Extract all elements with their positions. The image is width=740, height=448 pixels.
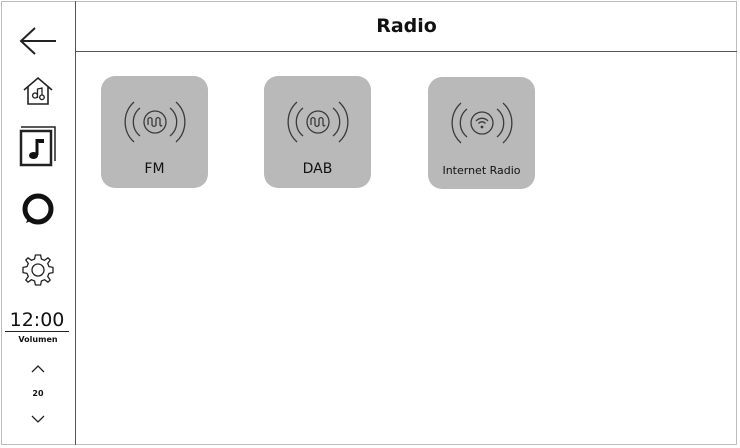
music-note-icon xyxy=(19,126,56,167)
source-label-fm: FM xyxy=(144,161,165,177)
media-button[interactable] xyxy=(1,125,75,169)
source-label-dab: DAB xyxy=(302,161,333,177)
clock: 12:00 xyxy=(5,309,69,332)
gear-icon xyxy=(22,254,54,286)
home-music-icon xyxy=(23,76,53,105)
assistant-button[interactable] xyxy=(1,189,75,229)
chevron-up-icon xyxy=(31,365,45,373)
wifi-broadcast-icon xyxy=(451,102,513,144)
page-title: Radio xyxy=(376,15,437,37)
volume-value: 20 xyxy=(32,389,44,398)
radio-wave-icon xyxy=(124,101,186,143)
back-button[interactable] xyxy=(1,23,75,59)
radio-wave-icon xyxy=(287,101,349,143)
settings-button[interactable] xyxy=(1,250,75,290)
volume-up-button[interactable] xyxy=(1,359,75,379)
ring-icon xyxy=(22,193,54,225)
arrow-left-icon xyxy=(19,27,56,55)
source-label-internet-radio: Internet Radio xyxy=(442,164,521,177)
source-tile-fm[interactable]: FM xyxy=(101,76,208,188)
volume-down-button[interactable] xyxy=(1,409,75,429)
sidebar: 12:00 Volumen 20 xyxy=(1,1,76,445)
chevron-down-icon xyxy=(31,415,45,423)
source-tile-dab[interactable]: DAB xyxy=(264,76,371,188)
volume-label: Volumen xyxy=(18,335,58,344)
source-tile-internet-radio[interactable]: Internet Radio xyxy=(428,77,535,189)
screen-frame xyxy=(1,1,737,445)
home-button[interactable] xyxy=(1,73,75,109)
header: Radio xyxy=(76,1,737,52)
